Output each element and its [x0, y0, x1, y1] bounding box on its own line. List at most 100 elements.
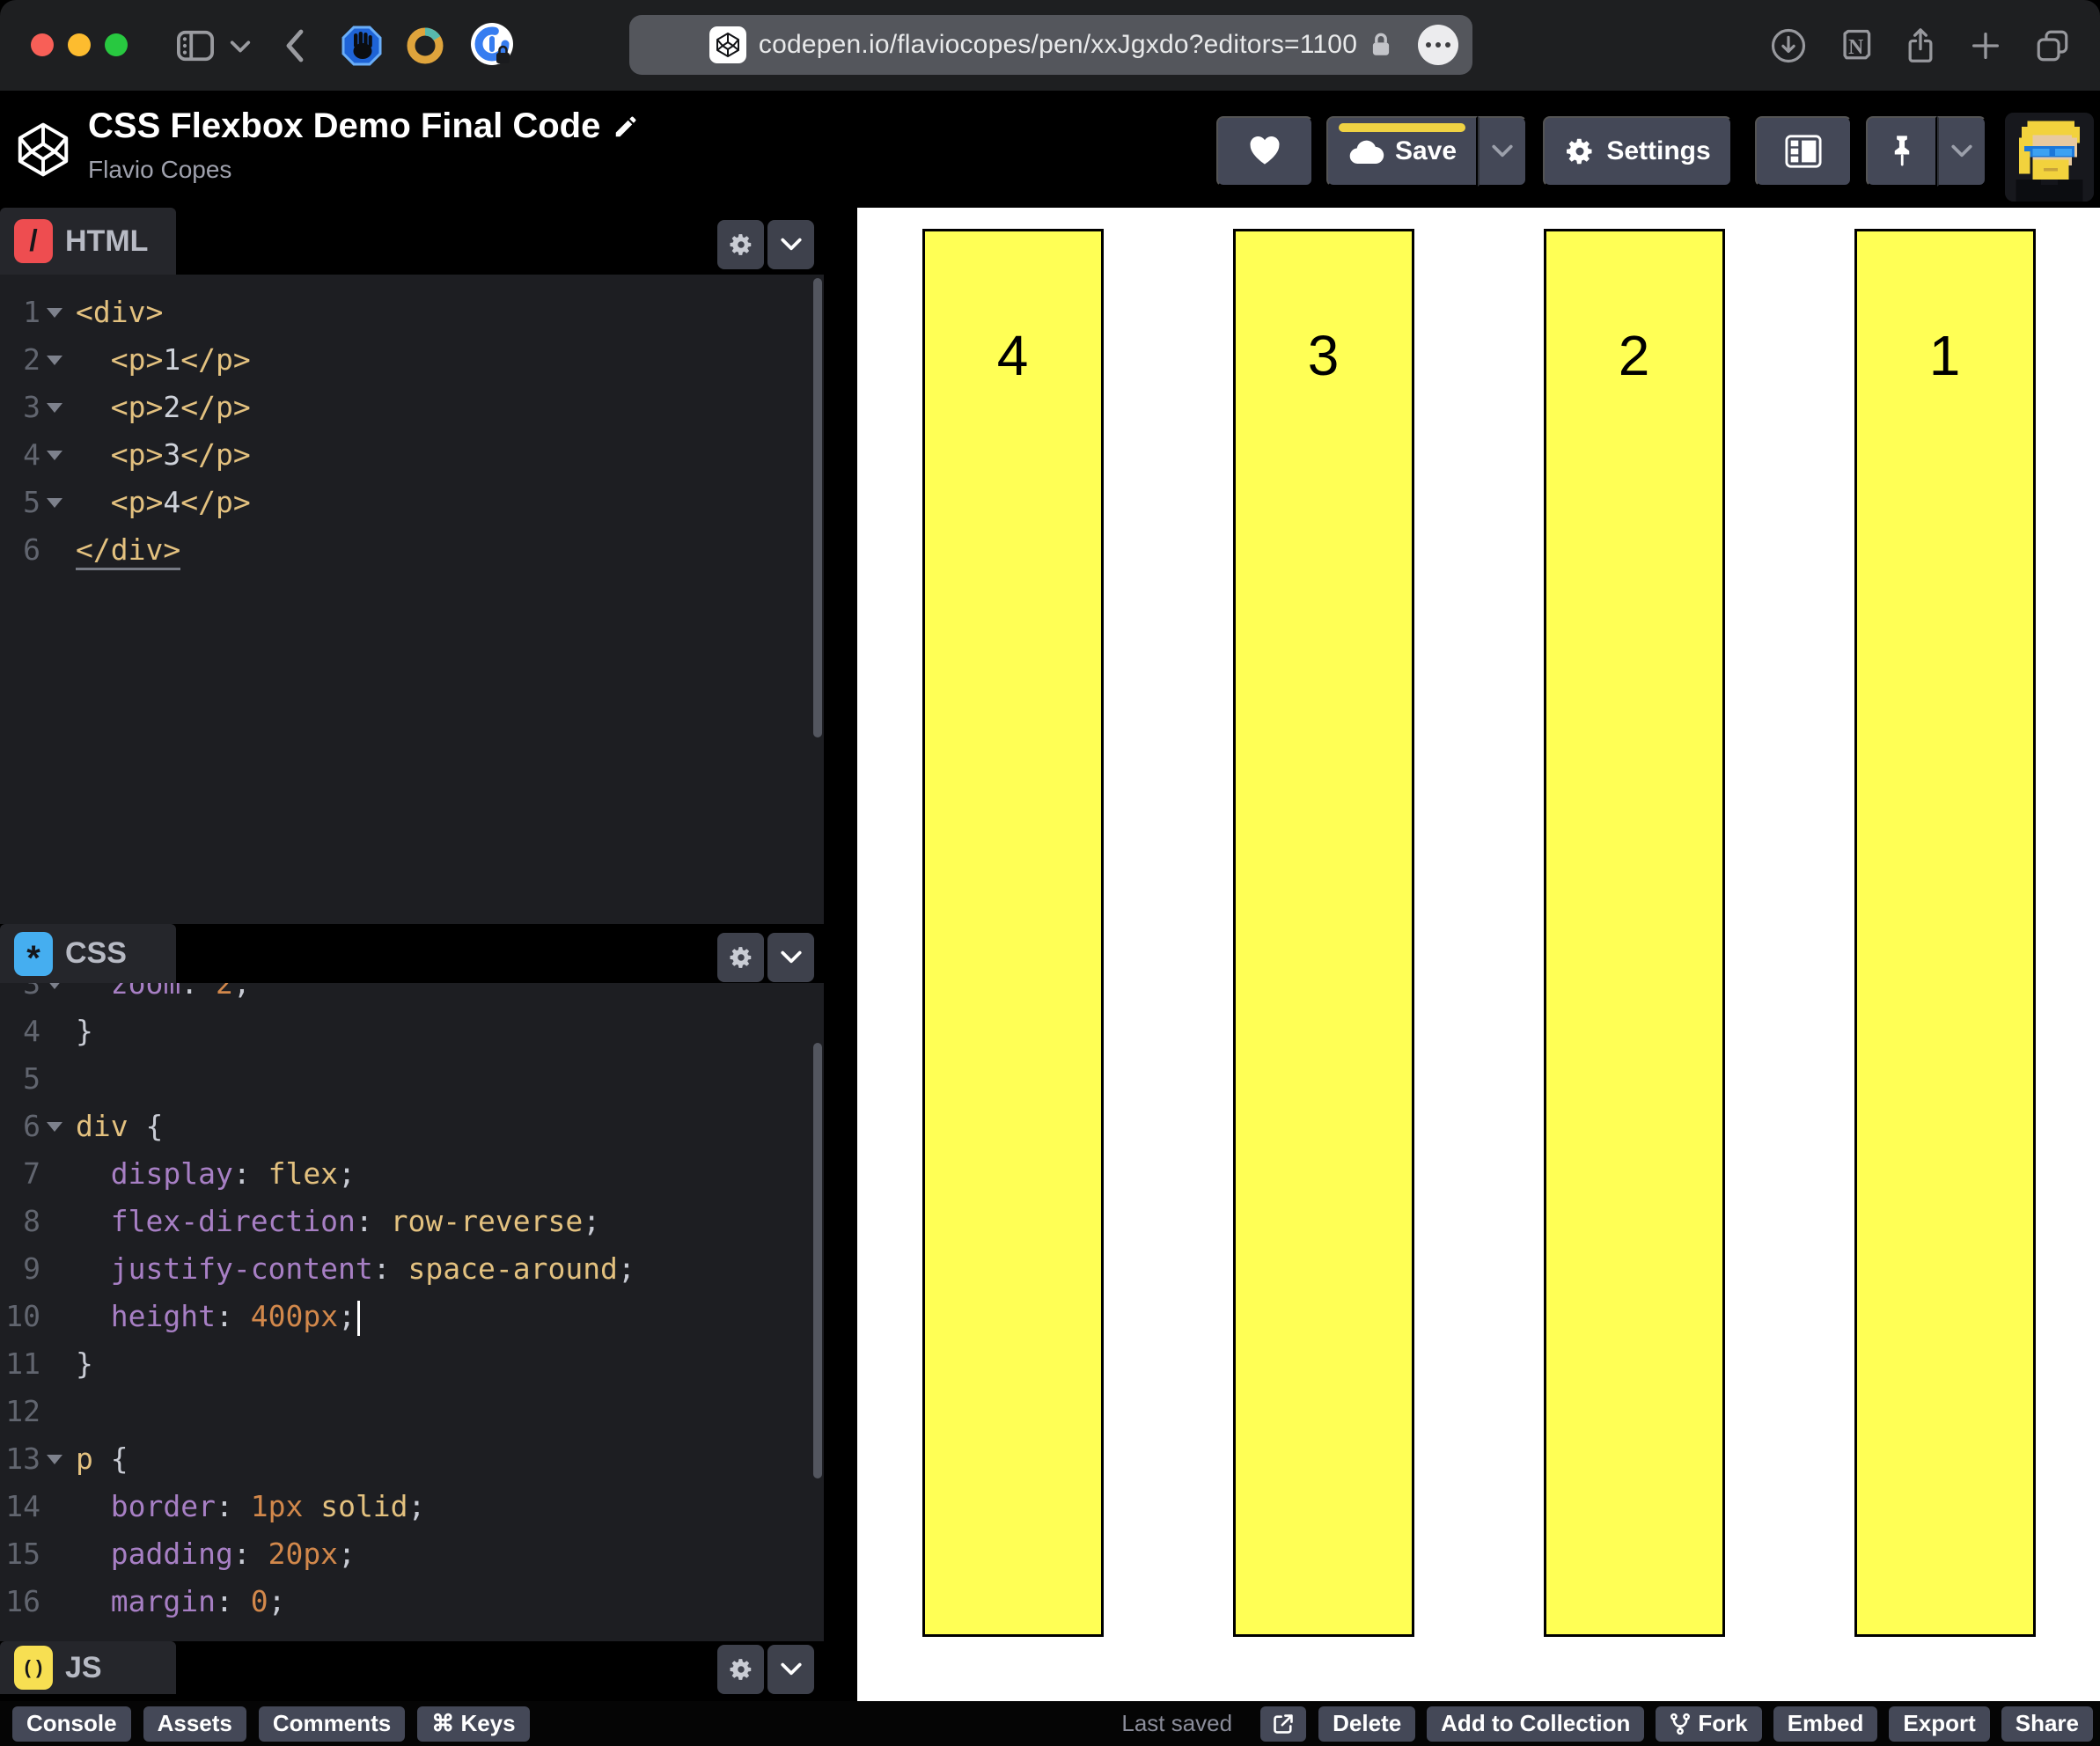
html-code-editor[interactable]: 1 <div> 2 <p>1</p> 3 <p>2</p> 4 <p>3</p> 5 <p…	[0, 275, 824, 929]
footer-button-add-to-collection[interactable]: Add to Collection	[1427, 1706, 1645, 1742]
sidebar-icon[interactable]	[173, 0, 218, 91]
open-in-new-window-button[interactable]	[1260, 1706, 1307, 1742]
fold-arrow-icon[interactable]	[40, 1435, 69, 1483]
change-view-button[interactable]	[1755, 116, 1852, 187]
fold-arrow-icon[interactable]	[40, 479, 69, 526]
html-editor-header: / HTML	[0, 208, 824, 275]
pen-author[interactable]: Flavio Copes	[88, 156, 231, 184]
fold-arrow-icon[interactable]	[40, 289, 69, 336]
content-blocker-extension-icon[interactable]	[338, 0, 385, 91]
code-line[interactable]: 12	[0, 1388, 824, 1435]
code-line[interactable]: 6 div {	[0, 1103, 824, 1150]
fold-gutter	[40, 526, 69, 574]
fold-arrow-icon[interactable]	[40, 384, 69, 431]
fold-arrow-icon[interactable]	[40, 983, 69, 1008]
footer-button-fork[interactable]: Fork	[1656, 1706, 1762, 1742]
settings-button[interactable]: Settings	[1543, 116, 1732, 187]
line-number: 3	[23, 983, 40, 1001]
minimize-window-button[interactable]	[68, 33, 91, 56]
fold-arrow-icon[interactable]	[40, 336, 69, 384]
footer-button-embed[interactable]: Embed	[1773, 1706, 1878, 1742]
code-line[interactable]: 6 </div>	[0, 526, 824, 574]
html-editor-scrollbar[interactable]	[813, 278, 822, 737]
close-window-button[interactable]	[31, 33, 54, 56]
page-options-icon[interactable]	[1418, 25, 1458, 65]
code-line[interactable]: 13 p {	[0, 1435, 824, 1483]
sidebar-chevron-icon[interactable]	[225, 0, 255, 91]
tab-overview-icon[interactable]	[2028, 0, 2077, 91]
js-collapse-chevron-icon[interactable]	[767, 1645, 814, 1694]
code-line[interactable]: 14 border: 1px solid;	[0, 1483, 824, 1530]
code-line[interactable]: 1 <div>	[0, 289, 824, 336]
back-icon[interactable]	[275, 0, 313, 91]
code-line[interactable]: 5 <p>4</p>	[0, 479, 824, 526]
footer-button-console[interactable]: Console	[12, 1706, 131, 1742]
code-text: p {	[76, 1442, 128, 1476]
code-line[interactable]: 3 <p>2</p>	[0, 384, 824, 431]
footer-button-label: Embed	[1787, 1710, 1864, 1736]
html-collapse-chevron-icon[interactable]	[767, 220, 814, 269]
password-lock-extension-icon[interactable]	[466, 0, 518, 91]
code-line[interactable]: 15 padding: 20px;	[0, 1530, 824, 1578]
css-editor-scrollbar[interactable]	[813, 1043, 822, 1478]
footer-button-export[interactable]: Export	[1889, 1706, 1990, 1742]
text-cursor	[356, 1300, 360, 1336]
js-settings-gear-icon[interactable]	[717, 1645, 764, 1694]
footer-right-buttons: Last saved Delete Add to Collection Fork Em…	[1121, 1706, 2093, 1742]
fold-arrow-icon[interactable]	[40, 431, 69, 479]
code-line[interactable]: 9 justify-content: space-around;	[0, 1245, 824, 1293]
zoom-window-button[interactable]	[105, 33, 128, 56]
notion-extension-icon[interactable]: N	[1832, 0, 1878, 91]
user-avatar[interactable]	[2005, 113, 2094, 202]
flex-item-number: 3	[1307, 324, 1340, 387]
url-text: codepen.io/flaviocopes/pen/xxJgxdo?edito…	[758, 30, 1358, 59]
flex-item-box-2: 2	[1543, 229, 1725, 1637]
code-line[interactable]: 4}	[0, 1008, 824, 1055]
edit-title-icon[interactable]	[613, 114, 639, 140]
css-settings-gear-icon[interactable]	[717, 933, 764, 982]
new-tab-icon[interactable]	[1963, 0, 2008, 91]
code-line[interactable]: 4 <p>3</p>	[0, 431, 824, 479]
pin-button[interactable]	[1866, 116, 1937, 187]
flex-item-number: 2	[1618, 324, 1650, 387]
code-line[interactable]: 8 flex-direction: row-reverse;	[0, 1198, 824, 1245]
tab-css[interactable]: * CSS	[0, 924, 176, 983]
code-line[interactable]: 10 height: 400px;	[0, 1293, 824, 1340]
fold-gutter	[40, 1150, 69, 1198]
footer-button-share[interactable]: Share	[2001, 1706, 2093, 1742]
workspace: / HTML 1 <div> 2 <p>1</p> 3 <p>2</p> 4 <p>3<…	[0, 208, 2100, 1701]
footer-button-delete[interactable]: Delete	[1318, 1706, 1416, 1742]
js-icon: ( )	[14, 1646, 53, 1690]
code-line[interactable]: 5	[0, 1055, 824, 1103]
code-line[interactable]: 3 zoom: 2;	[0, 983, 824, 1008]
tab-html[interactable]: / HTML	[0, 208, 176, 275]
fold-gutter	[40, 1578, 69, 1625]
save-button[interactable]: Save	[1326, 116, 1478, 187]
downloads-icon[interactable]	[1766, 0, 1811, 91]
html-tab-label: HTML	[65, 224, 149, 258]
save-options-chevron[interactable]	[1478, 116, 1527, 187]
tab-js[interactable]: ( ) JS	[0, 1641, 176, 1694]
js-tab-label: JS	[65, 1650, 102, 1684]
code-line[interactable]: 16 margin: 0;	[0, 1578, 824, 1625]
share-icon[interactable]	[1898, 0, 1943, 91]
code-line[interactable]: 7 display: flex;	[0, 1150, 824, 1198]
ssl-lock-icon	[1369, 31, 1392, 59]
code-line[interactable]: 11}	[0, 1340, 824, 1388]
codepen-logo[interactable]	[12, 119, 74, 180]
fold-arrow-icon[interactable]	[40, 1103, 69, 1150]
pin-options-chevron[interactable]	[1937, 116, 1986, 187]
footer-button-label: ⌘ Keys	[431, 1710, 516, 1736]
footer-button-comments[interactable]: Comments	[258, 1706, 406, 1742]
css-code-editor[interactable]: 3 zoom: 2; 4} 5 6 div {7 display: flex; 8 fle…	[0, 983, 824, 1641]
ring-extension-icon[interactable]	[401, 0, 449, 91]
code-text: padding: 20px;	[110, 1537, 356, 1571]
css-collapse-chevron-icon[interactable]	[767, 933, 814, 982]
address-bar[interactable]: codepen.io/flaviocopes/pen/xxJgxdo?edito…	[629, 15, 1472, 75]
footer-button-assets[interactable]: Assets	[143, 1706, 246, 1742]
love-button[interactable]	[1216, 116, 1313, 187]
code-line[interactable]: 2 <p>1</p>	[0, 336, 824, 384]
footer-button-keys[interactable]: ⌘ Keys	[417, 1706, 530, 1742]
html-settings-gear-icon[interactable]	[717, 220, 764, 269]
